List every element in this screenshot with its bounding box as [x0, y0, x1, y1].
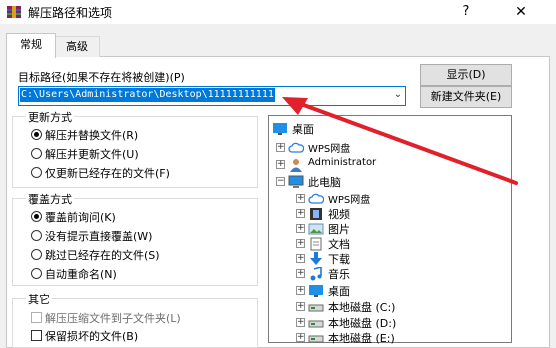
- tree-expand-icon[interactable]: +: [296, 209, 305, 218]
- tab-general[interactable]: 常规: [6, 33, 56, 58]
- radio-update-existing[interactable]: [31, 167, 42, 178]
- destination-label: 目标路径(如果不存在将被创建)(P): [18, 71, 185, 84]
- tree-item-label[interactable]: 本地磁盘 (C:): [328, 299, 395, 315]
- radio-ask-before-overwrite[interactable]: [31, 211, 42, 222]
- music-icon: [308, 265, 324, 281]
- annotation-arrow: [282, 97, 518, 185]
- radio-skip-existing[interactable]: [31, 249, 42, 260]
- radio-extract-update-label[interactable]: 解压并更新文件(U): [45, 146, 139, 162]
- pictures-icon: [308, 222, 324, 236]
- tree-expand-icon[interactable]: +: [296, 269, 305, 278]
- destination-path-text[interactable]: C:\Users\Administrator\Desktop\111111111…: [20, 88, 275, 102]
- drive-icon: [308, 331, 324, 345]
- drive-icon: [308, 316, 324, 330]
- drive-icon: [308, 300, 324, 314]
- show-button[interactable]: 显示(D): [420, 64, 512, 86]
- tree-item-label[interactable]: 本地磁盘 (D:): [328, 315, 396, 331]
- winrar-icon: [6, 4, 22, 20]
- help-button[interactable]: ?: [456, 1, 476, 23]
- tree-expand-icon[interactable]: +: [296, 333, 305, 342]
- misc-title: 其它: [26, 291, 52, 307]
- checkbox-extract-to-subfolder[interactable]: [31, 312, 42, 323]
- radio-auto-rename-label[interactable]: 自动重命名(N): [45, 266, 117, 282]
- update-mode-title: 更新方式: [26, 109, 74, 125]
- tree-expand-icon[interactable]: +: [296, 302, 305, 311]
- radio-update-existing-label[interactable]: 仅更新已经存在的文件(F): [45, 165, 170, 181]
- tree-item-label[interactable]: 本地磁盘 (E:): [328, 330, 395, 346]
- checkbox-keep-broken-files-label[interactable]: 保留损坏的文件(B): [45, 328, 138, 344]
- tree-item-label[interactable]: 图片: [328, 221, 350, 237]
- tree-expand-icon[interactable]: +: [296, 318, 305, 327]
- tree-item-label[interactable]: 视频: [328, 206, 350, 222]
- radio-extract-replace-label[interactable]: 解压并替换文件(R): [45, 127, 138, 143]
- documents-icon: [308, 237, 324, 251]
- tree-expand-icon[interactable]: +: [296, 194, 305, 203]
- checkbox-keep-broken-files[interactable]: [31, 330, 42, 341]
- tree-expand-icon[interactable]: +: [296, 239, 305, 248]
- tab-advanced[interactable]: 高级: [54, 36, 100, 57]
- tree-item-label[interactable]: 下载: [328, 251, 350, 267]
- radio-ask-before-overwrite-label[interactable]: 覆盖前询问(K): [45, 209, 116, 225]
- checkbox-extract-to-subfolder-label[interactable]: 解压压缩文件到子文件夹(L): [45, 310, 181, 326]
- tree-item-label[interactable]: 文档: [328, 236, 350, 252]
- video-icon: [308, 207, 324, 221]
- close-button[interactable]: ✕: [506, 1, 536, 23]
- radio-overwrite-without-prompt-label[interactable]: 没有提示直接覆盖(W): [45, 228, 152, 244]
- radio-extract-update[interactable]: [31, 148, 42, 159]
- tree-expand-icon[interactable]: +: [296, 286, 305, 295]
- tree-item-label[interactable]: 音乐: [328, 266, 350, 282]
- desktop-icon: [308, 284, 324, 298]
- tree-expand-icon[interactable]: +: [296, 254, 305, 263]
- tree-item-label[interactable]: 桌面: [328, 283, 350, 299]
- overwrite-mode-title: 覆盖方式: [26, 191, 74, 207]
- radio-extract-replace[interactable]: [31, 129, 42, 140]
- window-title: 解压路径和选项: [28, 6, 113, 20]
- radio-skip-existing-label[interactable]: 跳过已经存在的文件(S): [45, 247, 160, 263]
- tree-expand-icon[interactable]: +: [296, 224, 305, 233]
- radio-overwrite-without-prompt[interactable]: [31, 230, 42, 241]
- download-icon: [308, 252, 324, 266]
- radio-auto-rename[interactable]: [31, 268, 42, 279]
